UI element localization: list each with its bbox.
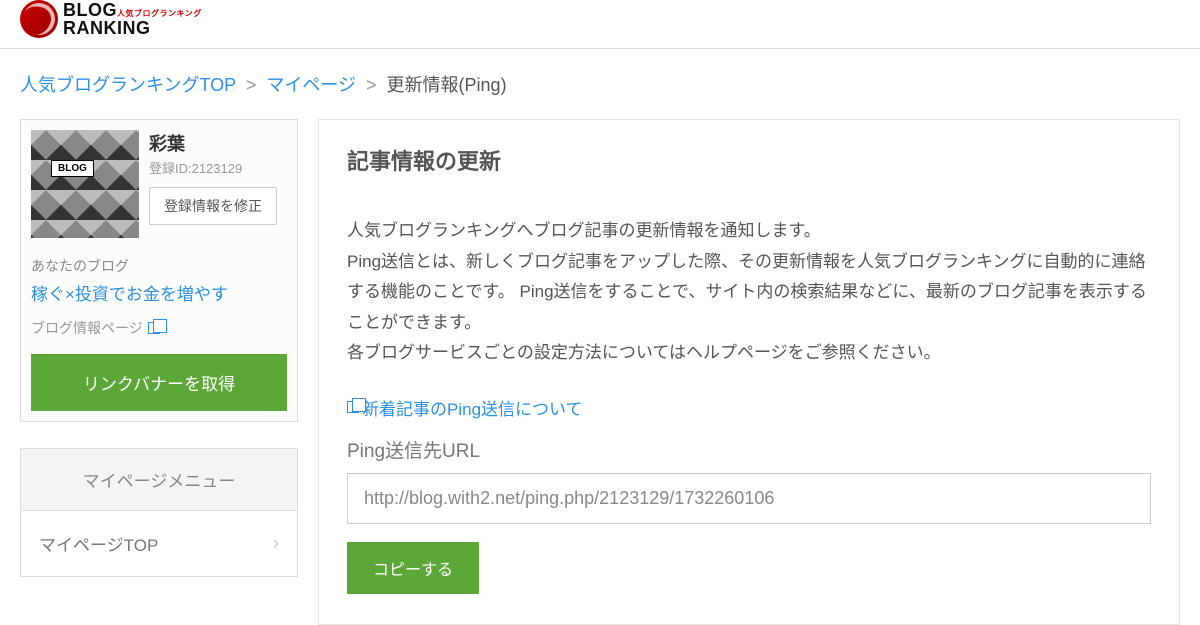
breadcrumb-separator: > bbox=[366, 75, 377, 95]
chevron-right-icon: › bbox=[273, 533, 279, 554]
copy-button[interactable]: コピーする bbox=[347, 542, 479, 594]
external-link-icon bbox=[148, 322, 160, 334]
profile-card: 彩葉 登録ID:2123129 登録情報を修正 あなたのブログ 稼ぐ×投資でお金… bbox=[20, 119, 298, 422]
page-title: 記事情報の更新 bbox=[347, 144, 1151, 176]
breadcrumb: 人気ブログランキングTOP > マイページ > 更新情報(Ping) bbox=[0, 49, 1200, 119]
blog-info-page-label: ブログ情報ページ bbox=[31, 318, 143, 338]
logo-icon bbox=[20, 0, 58, 38]
external-link-icon bbox=[347, 401, 359, 413]
breadcrumb-separator: > bbox=[246, 75, 257, 95]
blog-info-page[interactable]: ブログ情報ページ bbox=[31, 318, 287, 338]
sidebar-item-mypage-top[interactable]: マイページTOP › bbox=[21, 511, 297, 576]
breadcrumb-current: 更新情報(Ping) bbox=[387, 75, 507, 95]
site-logo[interactable]: BLOG人気ブログランキング RANKING bbox=[20, 0, 1180, 38]
main-content: 記事情報の更新 人気ブログランキングへブログ記事の更新情報を通知します。Ping… bbox=[318, 119, 1180, 625]
mypage-menu: マイページメニュー マイページTOP › bbox=[20, 448, 298, 577]
avatar bbox=[31, 130, 139, 238]
your-blog-label: あなたのブログ bbox=[31, 256, 287, 276]
help-link-label: 新着記事のPing送信について bbox=[362, 395, 583, 420]
header: BLOG人気ブログランキング RANKING bbox=[0, 0, 1200, 49]
breadcrumb-top-link[interactable]: 人気ブログランキングTOP bbox=[20, 75, 236, 95]
ping-url-label: Ping送信先URL bbox=[347, 436, 1151, 463]
ping-url-input[interactable] bbox=[347, 473, 1151, 524]
blog-link[interactable]: 稼ぐ×投資でお金を増やす bbox=[31, 285, 228, 304]
sidebar-item-label: マイページTOP bbox=[39, 531, 158, 556]
breadcrumb-mypage-link[interactable]: マイページ bbox=[266, 75, 356, 95]
sidebar: 彩葉 登録ID:2123129 登録情報を修正 あなたのブログ 稼ぐ×投資でお金… bbox=[20, 119, 298, 625]
edit-profile-button[interactable]: 登録情報を修正 bbox=[149, 187, 277, 225]
profile-name: 彩葉 bbox=[149, 130, 277, 156]
logo-text: BLOG人気ブログランキング RANKING bbox=[63, 1, 202, 37]
profile-id: 登録ID:2123129 bbox=[149, 158, 277, 177]
help-link[interactable]: 新着記事のPing送信について bbox=[347, 395, 583, 420]
description-text: 人気ブログランキングへブログ記事の更新情報を通知します。Ping送信とは、新しく… bbox=[347, 216, 1151, 369]
mypage-menu-header: マイページメニュー bbox=[21, 449, 297, 511]
get-banner-button[interactable]: リンクバナーを取得 bbox=[31, 354, 287, 411]
